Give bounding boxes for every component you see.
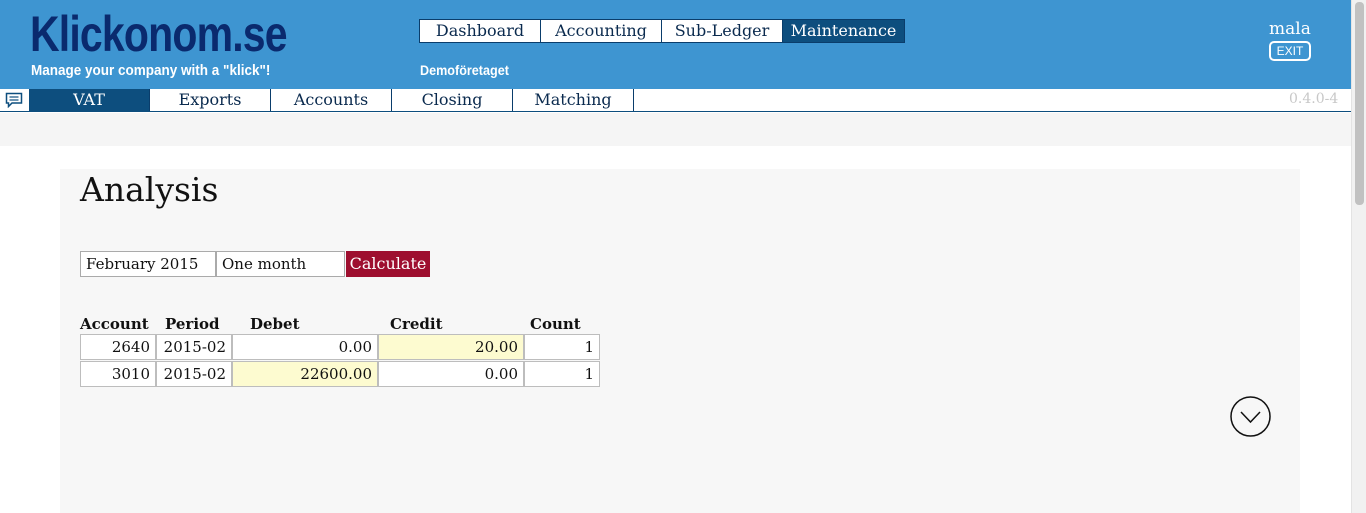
- range-field[interactable]: One month: [216, 251, 345, 277]
- sub-nav-closing[interactable]: Closing: [392, 89, 513, 111]
- chevron-down-circle-icon[interactable]: [1230, 396, 1271, 437]
- cell-period: 2015-02: [156, 334, 232, 360]
- column-header-debet: Debet: [250, 315, 300, 333]
- column-header-count: Count: [530, 315, 581, 333]
- app-header: Klickonom.se Manage your company with a …: [0, 0, 1351, 89]
- user-name: mala: [1269, 19, 1311, 39]
- column-header-account: Account: [80, 315, 149, 333]
- cell-credit: 0.00: [378, 361, 524, 387]
- vertical-scrollbar[interactable]: [1351, 0, 1366, 513]
- sub-nav-matching[interactable]: Matching: [513, 89, 634, 111]
- cell-account: 2640: [80, 334, 156, 360]
- scrollbar-thumb[interactable]: [1355, 2, 1364, 205]
- main-nav-dashboard[interactable]: Dashboard: [420, 20, 541, 42]
- period-field[interactable]: February 2015: [80, 251, 216, 277]
- tagline: Manage your company with a "klick"!: [31, 62, 271, 79]
- cell-credit: 20.00: [378, 334, 524, 360]
- cell-debet: 22600.00: [232, 361, 378, 387]
- chat-icon[interactable]: [5, 92, 23, 108]
- main-nav-sub-ledger[interactable]: Sub-Ledger: [662, 20, 783, 42]
- sub-nav-accounts[interactable]: Accounts: [271, 89, 392, 111]
- main-nav-maintenance[interactable]: Maintenance: [783, 20, 904, 42]
- column-header-credit: Credit: [390, 315, 443, 333]
- sub-nav: VAT Exports Accounts Closing Matching: [29, 89, 634, 111]
- main-nav-accounting[interactable]: Accounting: [541, 20, 662, 42]
- sub-nav-exports[interactable]: Exports: [150, 89, 271, 111]
- exit-button[interactable]: EXIT: [1269, 41, 1311, 61]
- app-logo[interactable]: Klickonom.se: [30, 4, 288, 64]
- sub-nav-vat[interactable]: VAT: [29, 89, 150, 111]
- column-header-period: Period: [165, 315, 220, 333]
- toolbar-band: [0, 113, 1351, 146]
- cell-account: 3010: [80, 361, 156, 387]
- cell-count: 1: [524, 334, 600, 360]
- calculate-button[interactable]: Calculate: [346, 251, 430, 277]
- cell-count: 1: [524, 361, 600, 387]
- page-title: Analysis: [80, 170, 219, 209]
- cell-period: 2015-02: [156, 361, 232, 387]
- cell-debet: 0.00: [232, 334, 378, 360]
- version-label: 0.4.0-4: [1289, 91, 1339, 107]
- main-nav: Dashboard Accounting Sub-Ledger Maintena…: [419, 19, 905, 43]
- company-name[interactable]: Demoföretaget: [420, 62, 509, 78]
